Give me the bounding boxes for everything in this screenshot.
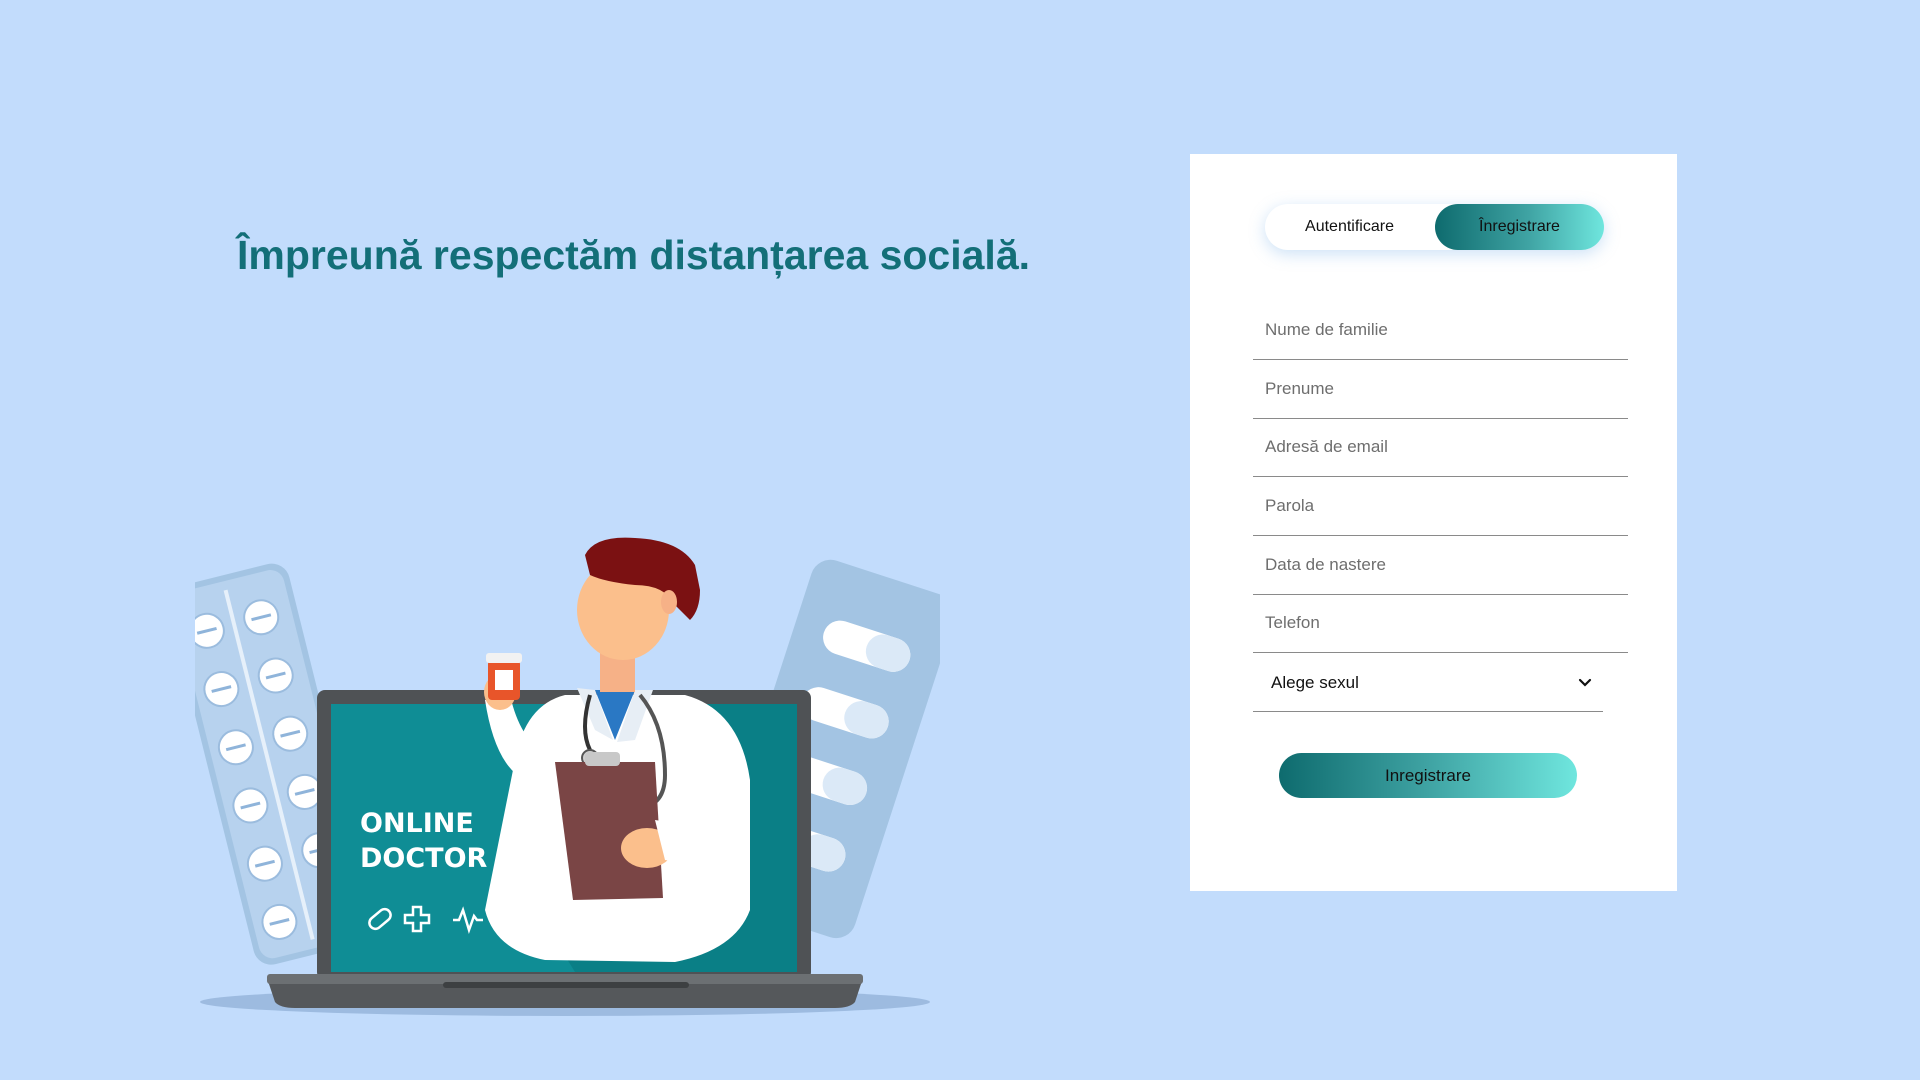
- gender-select-value: Alege sexul: [1271, 673, 1359, 692]
- phone-input[interactable]: [1253, 594, 1628, 652]
- first-name-input[interactable]: [1253, 360, 1628, 418]
- gender-select[interactable]: Alege sexul: [1253, 653, 1603, 712]
- tab-register[interactable]: Înregistrare: [1435, 204, 1604, 250]
- last-name-input[interactable]: [1253, 301, 1628, 359]
- email-input[interactable]: [1253, 418, 1628, 476]
- tab-login[interactable]: Autentificare: [1265, 204, 1434, 250]
- auth-mode-toggle: Autentificare Înregistrare: [1265, 204, 1604, 250]
- register-submit-button[interactable]: Inregistrare: [1279, 753, 1577, 798]
- last-name-field-wrapper: [1253, 301, 1628, 360]
- birthdate-field-wrapper: [1253, 536, 1628, 595]
- email-field-wrapper: [1253, 418, 1628, 477]
- online-doctor-illustration: ONLINE DOCTOR: [195, 537, 940, 1016]
- screen-text-online: ONLINE: [360, 808, 474, 839]
- phone-field-wrapper: [1253, 594, 1628, 653]
- page-headline: Împreună respectăm distanțarea socială.: [237, 232, 1031, 278]
- registration-card: Autentificare Înregistrare Alege sexul I…: [1190, 154, 1677, 891]
- chevron-down-icon: [1578, 678, 1592, 687]
- first-name-field-wrapper: [1253, 360, 1628, 419]
- password-field-wrapper: [1253, 477, 1628, 536]
- password-input[interactable]: [1253, 477, 1628, 535]
- screen-text-doctor: DOCTOR: [360, 843, 488, 874]
- doctor-character-icon: [484, 537, 750, 962]
- birthdate-input[interactable]: [1253, 536, 1628, 594]
